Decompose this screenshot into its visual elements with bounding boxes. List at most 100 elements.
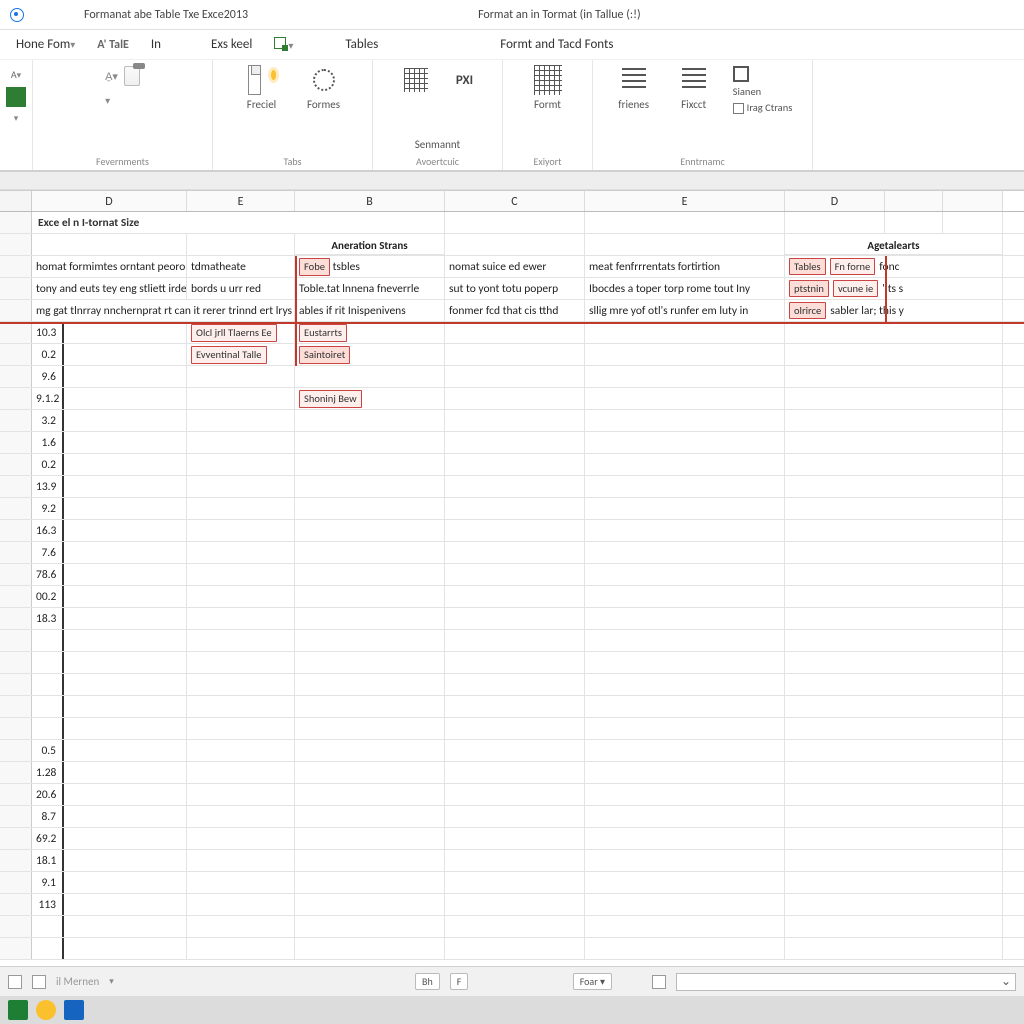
- cell-number[interactable]: 16.3: [32, 520, 64, 541]
- cell[interactable]: [295, 366, 445, 387]
- tab-green-square[interactable]: ▾: [272, 33, 295, 57]
- cell-number[interactable]: 20.6: [32, 784, 64, 805]
- taskbar-excel-icon[interactable]: [8, 1000, 28, 1020]
- tab-in[interactable]: In: [149, 33, 163, 56]
- taskbar-app2-icon[interactable]: [36, 1000, 56, 1020]
- col-header[interactable]: D: [785, 191, 885, 211]
- cell[interactable]: ptstnin vcune ie 'Its s: [785, 278, 1003, 299]
- table-row[interactable]: [0, 674, 1024, 696]
- cell[interactable]: [187, 718, 295, 739]
- cell[interactable]: [187, 696, 295, 717]
- cell[interactable]: [295, 916, 445, 937]
- cell-number[interactable]: 3.2: [32, 410, 64, 431]
- table-row[interactable]: 18.1: [0, 850, 1024, 872]
- cell[interactable]: [295, 630, 445, 651]
- tag[interactable]: Olcl jrll Tlaerns Ee: [191, 324, 277, 342]
- cell[interactable]: [295, 476, 445, 497]
- cell-number[interactable]: 78.6: [32, 564, 64, 585]
- cell[interactable]: [295, 498, 445, 519]
- cell[interactable]: [187, 542, 295, 563]
- cell[interactable]: [187, 894, 295, 915]
- table-row[interactable]: 13.9: [0, 476, 1024, 498]
- cell-number[interactable]: [32, 674, 64, 695]
- tool-sianen[interactable]: Sianen Irag Ctrans: [733, 66, 793, 114]
- tab-fonts[interactable]: Formt and Tacd Fonts: [498, 33, 615, 56]
- cell-number[interactable]: 69.2: [32, 828, 64, 849]
- col-header[interactable]: [943, 191, 1003, 211]
- table-row[interactable]: [0, 630, 1024, 652]
- tag[interactable]: Tables: [789, 258, 826, 275]
- cell[interactable]: [295, 850, 445, 871]
- cell[interactable]: [295, 520, 445, 541]
- cell[interactable]: Ibocdes a toper torp rome tout Iny: [585, 278, 785, 299]
- cell[interactable]: [187, 806, 295, 827]
- tag[interactable]: Shoninj Bew: [299, 390, 362, 408]
- table-row[interactable]: 0.2Evventinal TalleSaintoiret: [0, 344, 1024, 366]
- cell-number[interactable]: [32, 696, 64, 717]
- table-row[interactable]: 18.3: [0, 608, 1024, 630]
- table-row[interactable]: 78.6: [0, 564, 1024, 586]
- cell[interactable]: sllig mre yof otl's runfer em luty in: [585, 300, 785, 321]
- cell[interactable]: [295, 542, 445, 563]
- cell-number[interactable]: [32, 916, 64, 937]
- status-btn-bh[interactable]: Bh: [415, 973, 440, 990]
- tag[interactable]: Eustarrts: [299, 324, 347, 342]
- table-row[interactable]: 9.1: [0, 872, 1024, 894]
- tool-formt[interactable]: Formt: [524, 66, 572, 111]
- cell[interactable]: tony and euts tey eng stliett irdeeserne…: [32, 278, 187, 299]
- cell[interactable]: [295, 564, 445, 585]
- table-row[interactable]: mg gat tlnrray nnchernprat rt can it rer…: [0, 300, 1024, 322]
- status-btn-f[interactable]: F: [450, 973, 469, 990]
- cell-number[interactable]: 0.5: [32, 740, 64, 761]
- cell[interactable]: nomat suice ed ewer: [445, 256, 585, 277]
- cell[interactable]: sut to yont totu poperp: [445, 278, 585, 299]
- cell[interactable]: fonmer fcd that cis tthd: [445, 300, 585, 321]
- cell[interactable]: [187, 564, 295, 585]
- cell[interactable]: mg gat tlnrray nnchernprat rt can it rer…: [32, 300, 295, 321]
- cell-number[interactable]: 1.28: [32, 762, 64, 783]
- status-mini-2[interactable]: [32, 975, 46, 989]
- font-style-mini[interactable]: A▾: [11, 68, 21, 81]
- table-row[interactable]: 69.2: [0, 828, 1024, 850]
- cell[interactable]: [295, 586, 445, 607]
- tool-freciel[interactable]: Freciel: [238, 66, 286, 111]
- status-mini-1[interactable]: [8, 975, 22, 989]
- tool-fixcct[interactable]: Fixcct: [673, 66, 715, 111]
- tag[interactable]: ptstnin: [789, 280, 829, 297]
- table-row[interactable]: 1.6: [0, 432, 1024, 454]
- cell[interactable]: [187, 410, 295, 431]
- cell[interactable]: [295, 740, 445, 761]
- table-row[interactable]: 9.6: [0, 366, 1024, 388]
- tag[interactable]: Evventinal Talle: [191, 346, 267, 364]
- cell[interactable]: Olcl jrll Tlaerns Ee: [187, 322, 295, 343]
- cell-fill-mini[interactable]: [6, 87, 26, 107]
- tab-home[interactable]: Hone Fom▾: [14, 33, 77, 56]
- col-header[interactable]: [885, 191, 943, 211]
- table-row[interactable]: 0.5: [0, 740, 1024, 762]
- tool-grid-icon[interactable]: [396, 66, 436, 94]
- col-header[interactable]: E: [585, 191, 785, 211]
- select-all-corner[interactable]: [0, 191, 32, 211]
- cell-number[interactable]: 9.1: [32, 872, 64, 893]
- cell[interactable]: [187, 520, 295, 541]
- table-row[interactable]: [0, 696, 1024, 718]
- mini-dd[interactable]: ▾: [14, 113, 19, 124]
- col-header[interactable]: D: [32, 191, 187, 211]
- cell[interactable]: [187, 454, 295, 475]
- cell-number[interactable]: 10.3: [32, 322, 64, 343]
- table-row[interactable]: [0, 938, 1024, 960]
- cell[interactable]: [187, 366, 295, 387]
- cell[interactable]: [295, 938, 445, 959]
- status-dropdown[interactable]: [676, 973, 1016, 991]
- tool-px-icon[interactable]: PXI: [450, 66, 480, 94]
- cell[interactable]: [187, 916, 295, 937]
- cell[interactable]: olrirce sabler lar; this y: [785, 300, 1003, 321]
- spreadsheet[interactable]: D E B C E D Exce el n I-tornat Size Aner…: [0, 190, 1024, 964]
- cell[interactable]: [187, 498, 295, 519]
- cell[interactable]: [187, 938, 295, 959]
- cell[interactable]: Eustarrts: [295, 322, 445, 343]
- cell[interactable]: bords u urr red: [187, 278, 295, 299]
- checkbox-icon[interactable]: [733, 103, 744, 114]
- cell[interactable]: homat formimtes orntant peorord.: [32, 256, 187, 277]
- cell[interactable]: [295, 828, 445, 849]
